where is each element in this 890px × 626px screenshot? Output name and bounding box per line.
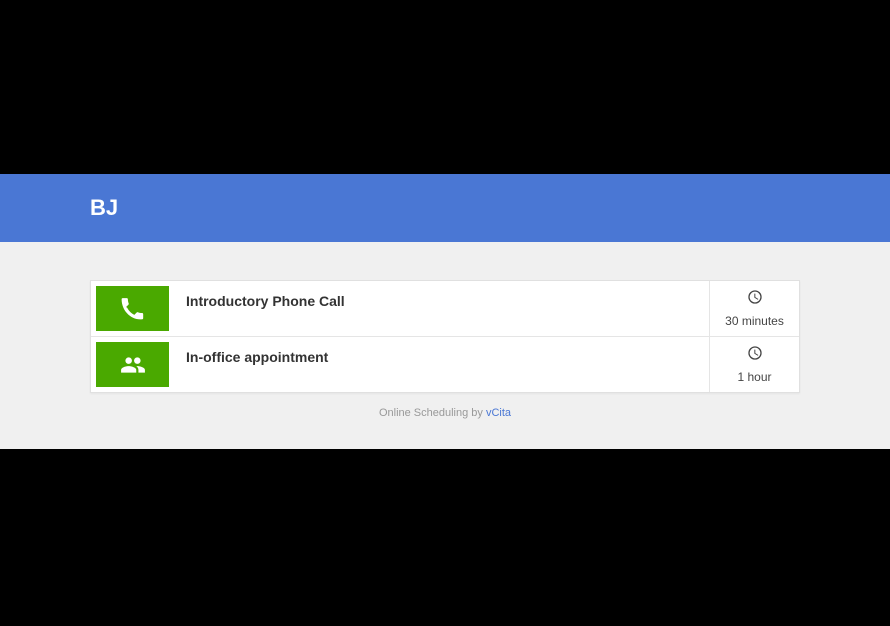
duration-box: 30 minutes: [709, 281, 799, 336]
clock-icon: [747, 289, 763, 310]
people-icon: [96, 342, 169, 387]
clock-icon: [747, 345, 763, 366]
scheduling-widget: BJ Introductory Phone Call 30 minutes: [0, 174, 890, 449]
service-list: Introductory Phone Call 30 minutes In-of…: [90, 280, 800, 393]
phone-icon: [96, 286, 169, 331]
duration-text: 1 hour: [737, 370, 771, 384]
header-title: BJ: [90, 195, 118, 221]
service-item-in-office[interactable]: In-office appointment 1 hour: [91, 337, 799, 392]
content-area: Introductory Phone Call 30 minutes In-of…: [0, 242, 890, 449]
footer: Online Scheduling by vCita: [90, 393, 800, 437]
duration-box: 1 hour: [709, 337, 799, 392]
header: BJ: [0, 174, 890, 242]
duration-text: 30 minutes: [725, 314, 784, 328]
footer-prefix: Online Scheduling by: [379, 407, 486, 419]
footer-link[interactable]: vCita: [486, 407, 511, 419]
service-title: Introductory Phone Call: [174, 281, 709, 336]
service-item-phone-call[interactable]: Introductory Phone Call 30 minutes: [91, 281, 799, 337]
service-title: In-office appointment: [174, 337, 709, 392]
